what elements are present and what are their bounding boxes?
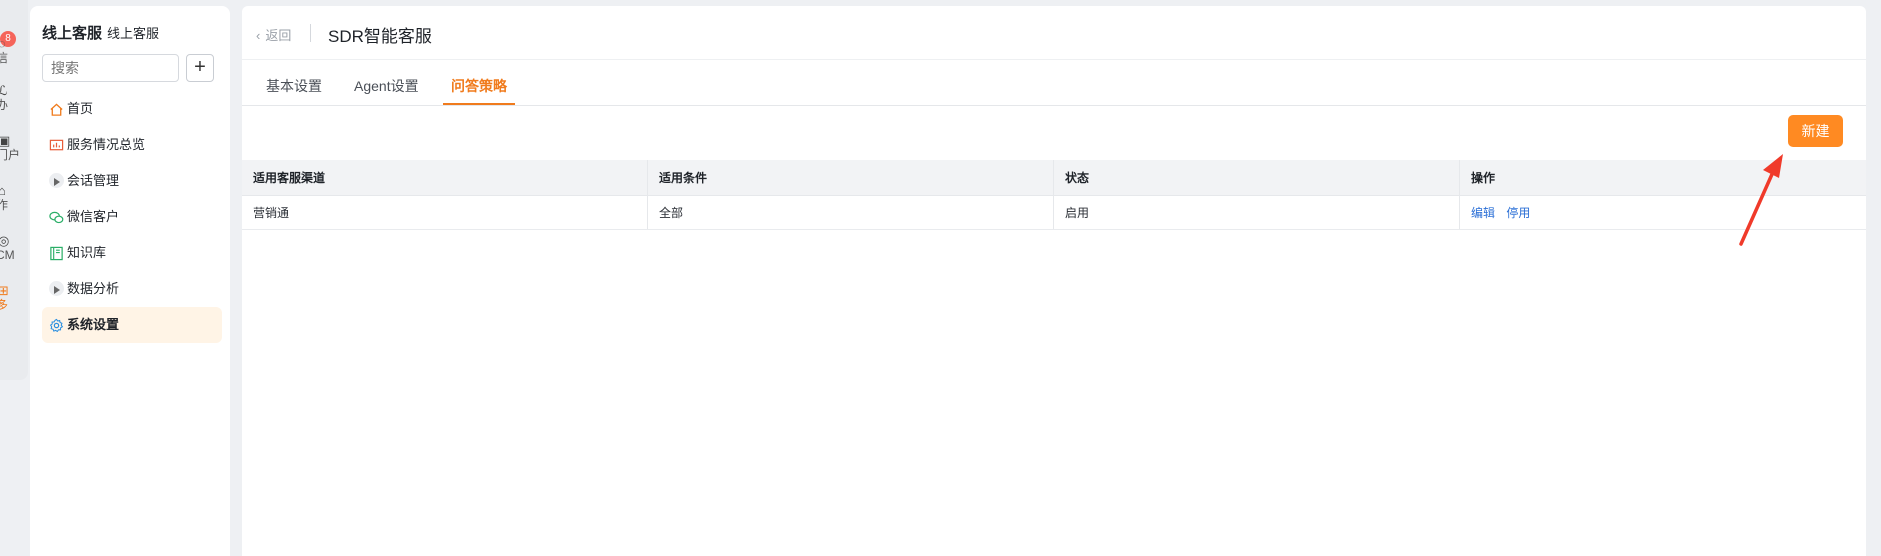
sidebar-item-label: 知识库 (67, 245, 107, 260)
rail-item-label: 多 (0, 298, 9, 312)
sidebar-item-wechat[interactable]: 微信客户 (42, 199, 222, 235)
sidebar: 线上客服线上客服 + 首页 服务情况总览 会话管理 (30, 6, 230, 556)
status-cell: 启用 (1054, 196, 1460, 229)
annotation-arrow-icon (1739, 154, 1783, 246)
column-header: 适用条件 (648, 160, 1054, 195)
channel-cell: 营销通 (242, 196, 648, 229)
grid-icon: ⊞ (0, 283, 9, 298)
rail-item-portal[interactable]: ▣ 门户 (0, 133, 28, 163)
crm-icon: ◎ (0, 233, 10, 248)
add-button[interactable]: + (186, 54, 214, 82)
back-label: 返回 (265, 28, 292, 43)
tab-qa-strategy[interactable]: 问答策略 (451, 76, 507, 96)
column-header: 适用客服渠道 (242, 160, 648, 195)
rail-item-label: 作 (0, 198, 9, 212)
sidebar-item-label: 服务情况总览 (67, 137, 146, 152)
rail-item-work[interactable]: ⌂ 作 (0, 183, 28, 213)
sidebar-item-sessions[interactable]: 会话管理 (42, 163, 222, 199)
sidebar-subtitle: 线上客服 (107, 26, 160, 41)
column-header: 状态 (1054, 160, 1460, 195)
sidebar-item-settings[interactable]: 系统设置 (42, 307, 222, 343)
tab-agent-settings[interactable]: Agent设置 (354, 76, 419, 96)
rail-item-label: CM (0, 248, 15, 262)
page-title: SDR智能客服 (328, 27, 432, 46)
expand-triangle-icon (54, 178, 60, 186)
search-input[interactable] (42, 54, 179, 82)
tab-basic-settings[interactable]: 基本设置 (266, 76, 322, 96)
book-icon (50, 246, 63, 261)
rail-item-todo[interactable]: ℒ 办 (0, 83, 28, 113)
actions-cell: 编辑 停用 (1460, 196, 1866, 229)
rail-item-more[interactable]: ⊞ 多 (0, 283, 28, 313)
sidebar-title: 线上客服 线上客服 (42, 22, 159, 43)
rail-item-crm[interactable]: ◎ CM (0, 233, 28, 263)
chevron-left-icon: ‹ (256, 28, 261, 43)
tab-bar: 基本设置 Agent设置 问答策略 (242, 60, 1866, 106)
wechat-icon (49, 211, 64, 224)
edit-link[interactable]: 编辑 (1471, 206, 1495, 220)
message-icon: ◌ (0, 36, 6, 51)
table-row: 营销通 全部 启用 编辑 停用 (242, 196, 1866, 230)
monitor-chart-icon (49, 139, 64, 151)
portal-icon: ▣ (0, 133, 11, 148)
sidebar-menu: 首页 服务情况总览 会话管理 微信客户 知识库 数据分析 系统设置 (42, 91, 222, 343)
app-root: 8 ◌ 信 ℒ 办 ▣ 门户 ⌂ 作 ◎ CM ⊞ 多 线上客服 线上客服 搜索… (0, 0, 1881, 556)
table-header: 适用客服渠道 适用条件 状态 操作 (242, 160, 1866, 196)
rail-item-label: 信 (0, 51, 9, 65)
condition-cell: 全部 (648, 196, 1054, 229)
sidebar-item-label: 会话管理 (67, 173, 120, 188)
sidebar-item-analytics[interactable]: 数据分析 (42, 271, 222, 307)
left-rail: 8 ◌ 信 ℒ 办 ▣ 门户 ⌂ 作 ◎ CM ⊞ 多 (0, 0, 28, 380)
main-panel: ‹ 返回 SDR智能客服 基本设置 Agent设置 问答策略 新建 适用客服渠道 … (242, 6, 1866, 556)
sidebar-item-label: 数据分析 (67, 281, 120, 296)
disable-link[interactable]: 停用 (1506, 206, 1530, 220)
sidebar-item-label: 首页 (67, 101, 94, 116)
sidebar-item-overview[interactable]: 服务情况总览 (42, 127, 222, 163)
back-link[interactable]: ‹ 返回 (256, 25, 291, 44)
rail-item-label: 门户 (0, 148, 21, 162)
work-icon: ⌂ (0, 183, 6, 198)
page-header: ‹ 返回 SDR智能客服 (242, 6, 1866, 60)
header-divider (310, 24, 311, 42)
sidebar-item-knowledge[interactable]: 知识库 (42, 235, 222, 271)
sidebar-item-label: 微信客户 (67, 209, 120, 224)
column-header: 操作 (1471, 171, 1496, 185)
home-icon (50, 103, 63, 116)
new-button[interactable]: 新建 (1788, 115, 1843, 147)
active-tab-indicator (443, 103, 515, 105)
rail-item-label: 办 (0, 98, 9, 112)
todo-icon: ℒ (0, 83, 8, 98)
sidebar-item-label: 系统设置 (67, 317, 120, 332)
strategy-table: 适用客服渠道 适用条件 状态 操作 营销通 全部 启用 编辑 停用 (242, 160, 1866, 230)
rail-item-messages[interactable]: ◌ 信 (0, 36, 28, 66)
sidebar-item-home[interactable]: 首页 (42, 91, 222, 127)
expand-triangle-icon (54, 286, 60, 294)
gear-icon (49, 318, 64, 333)
sidebar-title-text: 线上客服 (42, 25, 103, 42)
